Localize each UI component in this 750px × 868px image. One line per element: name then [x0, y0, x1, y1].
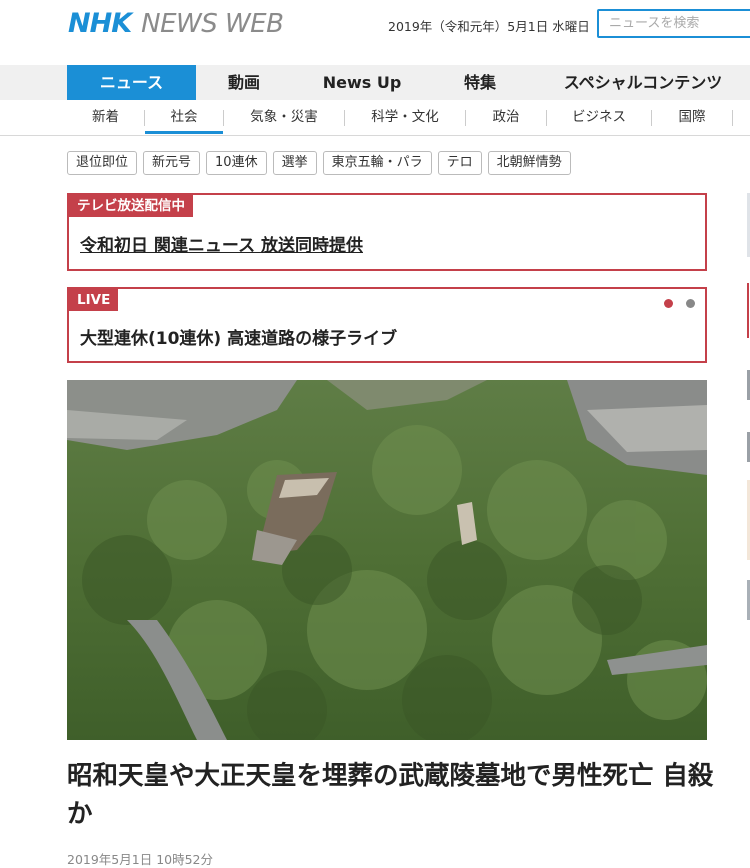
current-date: 2019年（令和元年）5月1日 水曜日 [388, 19, 590, 34]
tab-news-up[interactable]: News Up [302, 65, 422, 100]
live-banner: LIVE 大型連休(10連休) 高速道路の様子ライブ [67, 287, 707, 363]
category-navigation: 新着 社会 気象・災害 科学・文化 政治 ビジネス 国際 [0, 100, 750, 136]
aerial-forest-image [67, 380, 707, 740]
subnav-science-culture[interactable]: 科学・文化 [345, 100, 465, 134]
tag-terrorism[interactable]: テロ [437, 151, 482, 175]
subnav-politics[interactable]: 政治 [466, 100, 546, 134]
tag-ten-day-holiday[interactable]: 10連休 [206, 151, 267, 175]
live-label: LIVE [69, 289, 119, 311]
subnav-society[interactable]: 社会 [145, 100, 223, 134]
main-navigation: ニュース 動画 News Up 特集 スペシャルコンテンツ [0, 65, 750, 100]
site-header: NHK NEWS WEB 2019年（令和元年）5月1日 水曜日 [0, 0, 750, 64]
tab-news[interactable]: ニュース [67, 65, 196, 100]
search-input[interactable] [597, 9, 750, 38]
logo-nhk-text: NHK [68, 8, 132, 39]
tag-abdication[interactable]: 退位即位 [67, 151, 138, 175]
subnav-divider [732, 110, 733, 126]
nhk-news-web-logo[interactable]: NHK NEWS WEB [68, 8, 284, 40]
subnav-international[interactable]: 国際 [652, 100, 732, 134]
topic-tags: 退位即位 新元号 10連休 選挙 東京五輪・パラ テロ 北朝鮮情勢 [67, 151, 571, 177]
tab-video[interactable]: 動画 [196, 65, 292, 100]
tab-special-contents[interactable]: スペシャルコンテンツ [548, 65, 738, 100]
carousel-dot-active[interactable] [664, 299, 673, 308]
carousel-dot[interactable] [686, 299, 695, 308]
live-title-link[interactable]: 大型連休(10連休) 高速道路の様子ライブ [80, 324, 397, 349]
subnav-business[interactable]: ビジネス [547, 100, 651, 134]
tv-broadcast-banner: テレビ放送配信中 令和初日 関連ニュース 放送同時提供 [67, 193, 707, 271]
tag-north-korea[interactable]: 北朝鮮情勢 [487, 151, 571, 175]
logo-newsweb-text: NEWS WEB [141, 9, 284, 39]
broadcast-label: テレビ放送配信中 [69, 195, 193, 217]
article-timestamp: 2019年5月1日 10時52分 [67, 852, 214, 867]
broadcast-link[interactable]: 令和初日 関連ニュース 放送同時提供 [80, 231, 363, 256]
tag-new-era[interactable]: 新元号 [143, 151, 201, 175]
article-photo[interactable] [67, 380, 707, 740]
article-headline[interactable]: 昭和天皇や大正天皇を埋葬の武蔵陵墓地で男性死亡 自殺か [67, 757, 717, 833]
tab-features[interactable]: 特集 [430, 65, 530, 100]
tag-tokyo-olympics[interactable]: 東京五輪・パラ [322, 151, 432, 175]
tag-election[interactable]: 選挙 [272, 151, 317, 175]
subnav-latest[interactable]: 新着 [67, 100, 144, 134]
subnav-weather-disaster[interactable]: 気象・災害 [224, 100, 344, 134]
